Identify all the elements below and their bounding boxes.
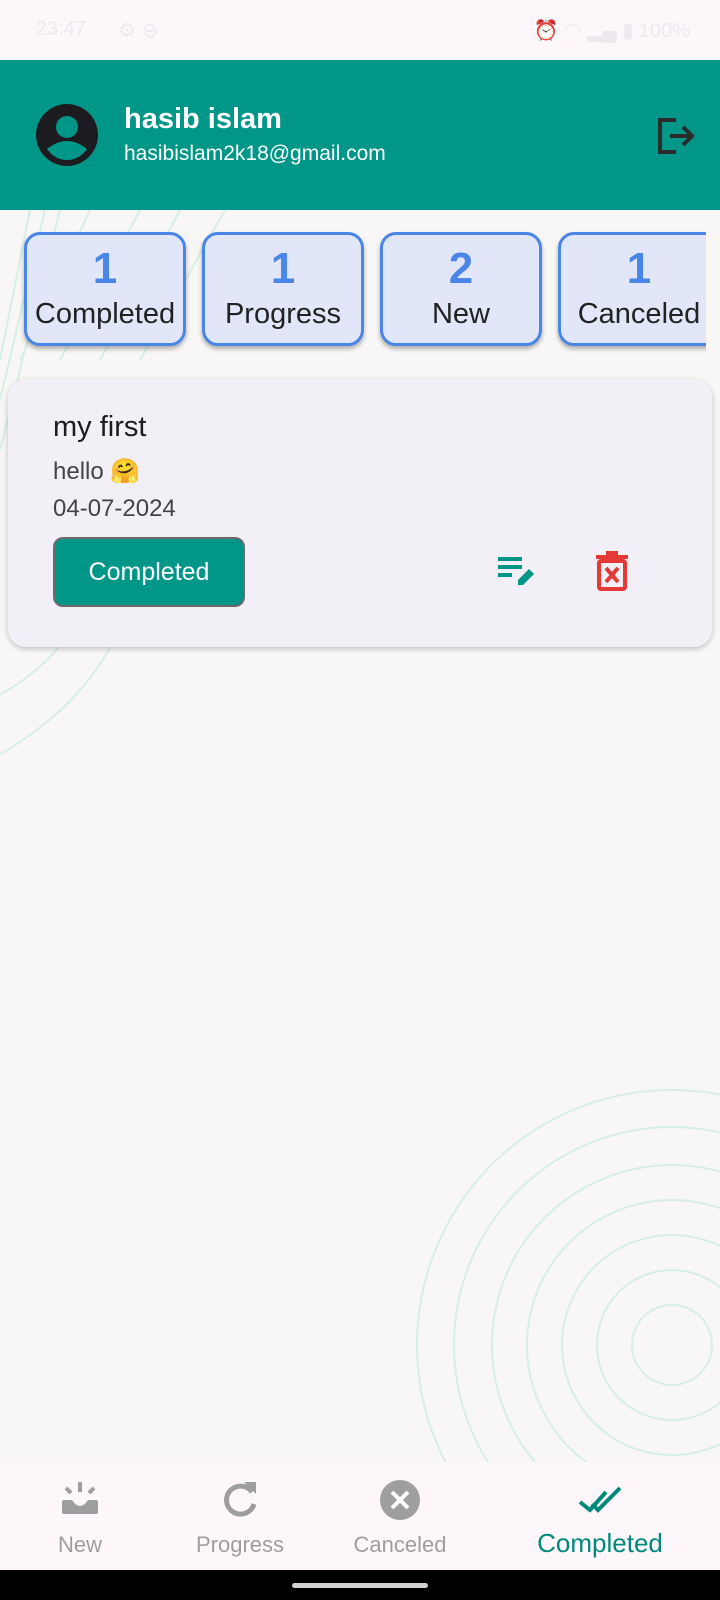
edit-note-icon[interactable]	[496, 551, 536, 591]
task-status-chip[interactable]: Completed	[53, 537, 245, 607]
summary-card-canceled[interactable]: 1 Canceled	[558, 232, 706, 346]
new-task-icon	[62, 1482, 98, 1514]
profile-header: hasib islam hasibislam2k18@gmail.com	[0, 60, 720, 210]
signal-icon: ▂▄	[587, 20, 617, 42]
nav-item-new[interactable]: New	[0, 1462, 160, 1570]
status-right: ⏰ ◠ ▂▄ ▮ 100%	[534, 18, 690, 43]
logout-icon[interactable]	[652, 112, 700, 160]
user-email: hasibislam2k18@gmail.com	[124, 142, 386, 165]
summary-card-completed[interactable]: 1 Completed	[24, 232, 186, 346]
notification-icons: ⚙ ⊖	[118, 20, 159, 42]
wifi-icon: ◠	[564, 20, 582, 42]
task-date: 04-07-2024	[53, 495, 176, 522]
alarm-icon: ⏰	[533, 20, 559, 42]
summary-label: Completed	[34, 298, 176, 330]
task-summary-strip[interactable]: 1 Completed 1 Progress 2 New 1 Canceled	[18, 230, 706, 356]
bottom-navigation: New Progress Canceled Completed	[0, 1462, 720, 1570]
nav-item-completed[interactable]: Completed	[520, 1462, 680, 1570]
nav-label: New	[57, 1532, 102, 1557]
summary-count: 1	[92, 244, 118, 293]
status-time: 23:47	[36, 18, 87, 40]
refresh-icon	[224, 1482, 257, 1517]
account-circle-icon[interactable]	[35, 103, 99, 167]
summary-card-progress[interactable]: 1 Progress	[202, 232, 364, 346]
nav-item-progress[interactable]: Progress	[160, 1462, 320, 1570]
nav-label: Canceled	[353, 1532, 447, 1557]
done-all-icon	[578, 1486, 622, 1513]
summary-label: Canceled	[577, 298, 701, 330]
summary-label: Progress	[224, 298, 342, 330]
battery-icon: ▮	[622, 20, 634, 42]
summary-count: 2	[448, 244, 474, 293]
nav-item-canceled[interactable]: Canceled	[320, 1462, 480, 1570]
summary-card-new[interactable]: 2 New	[380, 232, 542, 346]
user-name: hasib islam	[124, 103, 282, 135]
home-handle[interactable]	[292, 1583, 428, 1588]
gesture-navigation-bar	[0, 1570, 720, 1600]
task-card[interactable]: my first hello 🤗 04-07-2024 Completed	[8, 379, 712, 647]
task-title: my first	[53, 411, 147, 443]
summary-label: New	[431, 298, 490, 330]
summary-count: 1	[626, 244, 652, 293]
delete-icon[interactable]	[592, 549, 632, 591]
nav-label: Completed	[537, 1528, 663, 1558]
status-bar: 23:47 ⚙ ⊖ ⏰ ◠ ▂▄ ▮ 100%	[0, 0, 720, 60]
cancel-icon	[380, 1480, 420, 1520]
battery-level: 100%	[638, 20, 690, 42]
nav-label: Progress	[195, 1532, 285, 1557]
task-description: hello 🤗	[53, 458, 141, 485]
summary-count: 1	[270, 244, 296, 293]
